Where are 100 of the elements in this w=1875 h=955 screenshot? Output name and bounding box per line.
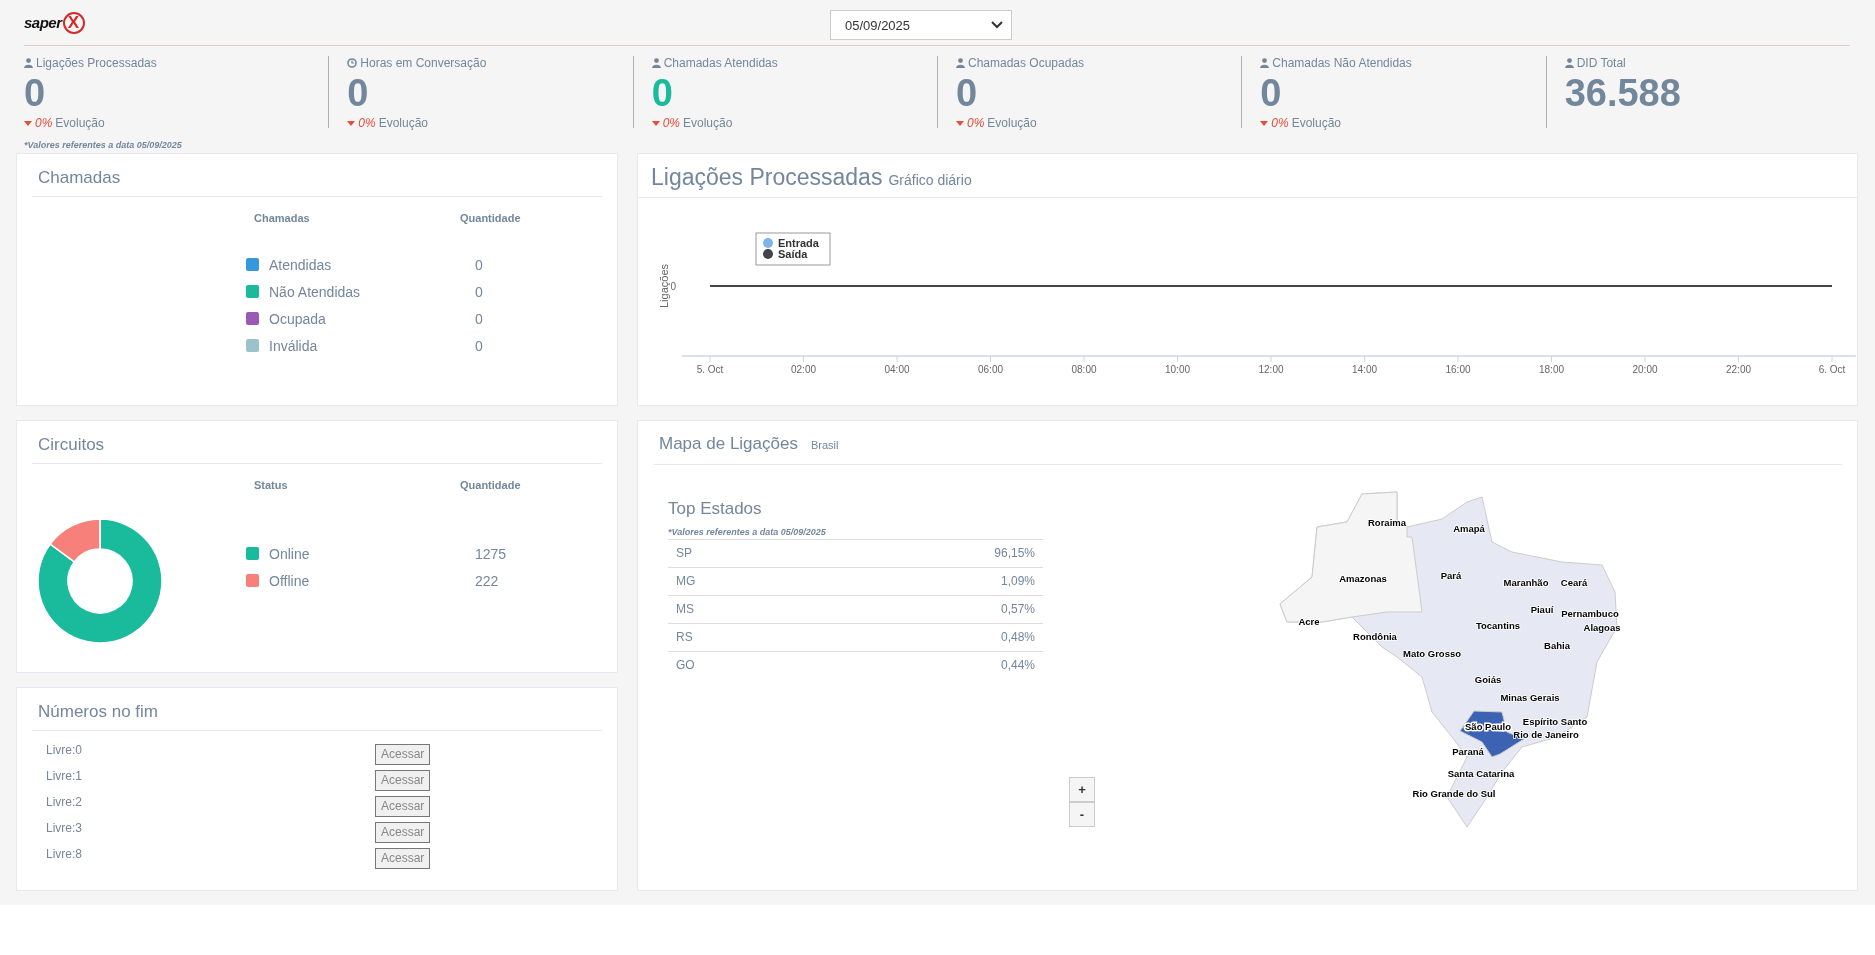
caret-down-icon <box>24 120 32 126</box>
access-button[interactable]: Acessar <box>375 743 431 765</box>
state-label: Roraima <box>1368 517 1406 528</box>
state-label: Rio de Janeiro <box>1513 729 1579 740</box>
x-tick-label: 10:00 <box>1165 364 1190 375</box>
stat-value: 36.588 <box>1564 71 1682 116</box>
date-select[interactable]: 05/09/2025 <box>830 10 1012 40</box>
chart-subtitle: Gráfico diário <box>888 172 972 188</box>
user-icon <box>24 58 33 68</box>
stat-value: 0 <box>956 71 979 116</box>
legend-value: 0 <box>475 256 483 273</box>
x-tick-label: 18:00 <box>1539 364 1564 375</box>
x-tick-label: 16:00 <box>1445 364 1471 375</box>
stat-label: Chamadas Ocupadas <box>968 56 1085 70</box>
x-tick-label: 5. Oct <box>696 364 724 375</box>
share-cell: 0,44% <box>1000 658 1035 673</box>
share-cell: 0,57% <box>1000 602 1035 617</box>
stat-value: 0 <box>1260 71 1283 116</box>
change-percent: 0% <box>967 116 985 130</box>
panel-subtitle: Brasil <box>810 439 839 451</box>
legend-label: Saída <box>778 248 808 260</box>
number-label: Livre:0 <box>46 743 84 757</box>
stat-value: 0 <box>24 71 47 116</box>
stat-label: Chamadas Não Atendidas <box>1272 56 1412 70</box>
x-tick-label: 08:00 <box>1071 364 1097 375</box>
state-label: Espírito Santo <box>1522 716 1588 727</box>
date-note: *Valores referentes a data 05/09/2025 <box>668 527 827 537</box>
caret-down-icon <box>1260 120 1269 126</box>
legend-value: 0 <box>475 310 483 327</box>
logo-mark: X <box>62 11 85 34</box>
number-label: Livre:1 <box>46 769 84 783</box>
state-cell: MS <box>676 602 694 617</box>
state-label: Alagoas <box>1583 622 1621 633</box>
column-header: Status <box>253 479 289 491</box>
state-cell: SP <box>676 546 692 561</box>
caret-down-icon <box>956 120 964 126</box>
state-cell: MG <box>676 574 696 589</box>
x-tick-label: 6. Oct <box>1818 364 1846 375</box>
column-header: Quantidade <box>460 212 521 224</box>
legend-value: 0 <box>475 337 483 354</box>
logo-text: saper <box>24 14 62 31</box>
state-label: Amazonas <box>1339 573 1387 584</box>
y-axis-label: Ligações <box>658 264 670 308</box>
state-label: Maranhão <box>1503 577 1549 588</box>
access-button[interactable]: Acessar <box>375 795 431 817</box>
state-label: Rondônia <box>1353 631 1397 642</box>
panel-title: Circuitos <box>32 421 602 464</box>
clock-icon <box>347 58 358 68</box>
change-percent: 0% <box>358 116 376 130</box>
state-label: Rio Grande do Sul <box>1412 788 1496 799</box>
stat-label: Chamadas Atendidas <box>663 56 778 70</box>
zoom-out-button[interactable]: - <box>1069 802 1095 827</box>
state-label: Pernambuco <box>1561 608 1619 619</box>
change-percent: 0% <box>1271 116 1289 130</box>
state-cell: GO <box>676 658 695 673</box>
share-cell: 96,15% <box>994 546 1035 561</box>
chevron-down-icon <box>991 21 1003 29</box>
legend-label: Entrada <box>778 237 819 249</box>
legend-label: Atendidas <box>269 256 333 273</box>
change-label: Evolução <box>987 116 1037 130</box>
user-icon <box>956 58 965 68</box>
column-header: Quantidade <box>460 479 521 491</box>
change-label: Evolução <box>1291 116 1342 130</box>
access-button[interactable]: Acessar <box>375 847 431 869</box>
change-label: Evolução <box>55 116 105 130</box>
panel-title: Mapa de Ligações <box>659 434 798 454</box>
panel-title: Números no fim <box>32 688 602 731</box>
zoom-in-button[interactable]: + <box>1069 777 1095 802</box>
caret-down-icon <box>347 120 356 126</box>
access-button[interactable]: Acessar <box>375 821 431 843</box>
x-tick-label: 04:00 <box>884 364 910 375</box>
legend-value: 222 <box>475 572 499 589</box>
state-label: Ceará <box>1560 577 1588 588</box>
y-tick-label: 0 <box>670 281 676 292</box>
number-label: Livre:3 <box>46 821 84 835</box>
date-note: *Valores referentes a data 05/09/2025 <box>24 140 183 150</box>
number-label: Livre:2 <box>46 795 84 809</box>
share-cell: 1,09% <box>1000 574 1035 589</box>
user-icon <box>651 58 661 68</box>
legend-label: Offline <box>269 572 311 589</box>
x-tick-label: 02:00 <box>791 364 816 375</box>
state-label: Santa Catarina <box>1447 768 1515 779</box>
share-cell: 0,48% <box>1000 630 1035 645</box>
state-label: Tocantins <box>1475 620 1521 631</box>
access-button[interactable]: Acessar <box>375 769 431 791</box>
state-cell: RS <box>676 630 693 645</box>
state-label: Mato Grosso <box>1402 648 1462 659</box>
column-header: Chamadas <box>253 212 311 224</box>
stat-value: 0 <box>347 71 370 116</box>
change-label: Evolução <box>683 116 733 130</box>
panel-title: Chamadas <box>32 154 602 197</box>
x-tick-label: 06:00 <box>978 364 1003 375</box>
state-label: Amapá <box>1453 523 1485 534</box>
change-percent: 0% <box>662 116 680 130</box>
state-label: Pará <box>1440 570 1462 581</box>
stat-value: 0 <box>651 71 674 116</box>
stat-label: Horas em Conversação <box>360 56 487 70</box>
legend-value: 0 <box>475 283 483 300</box>
legend-label: Ocupada <box>269 310 327 327</box>
change-percent: 0% <box>35 116 53 130</box>
